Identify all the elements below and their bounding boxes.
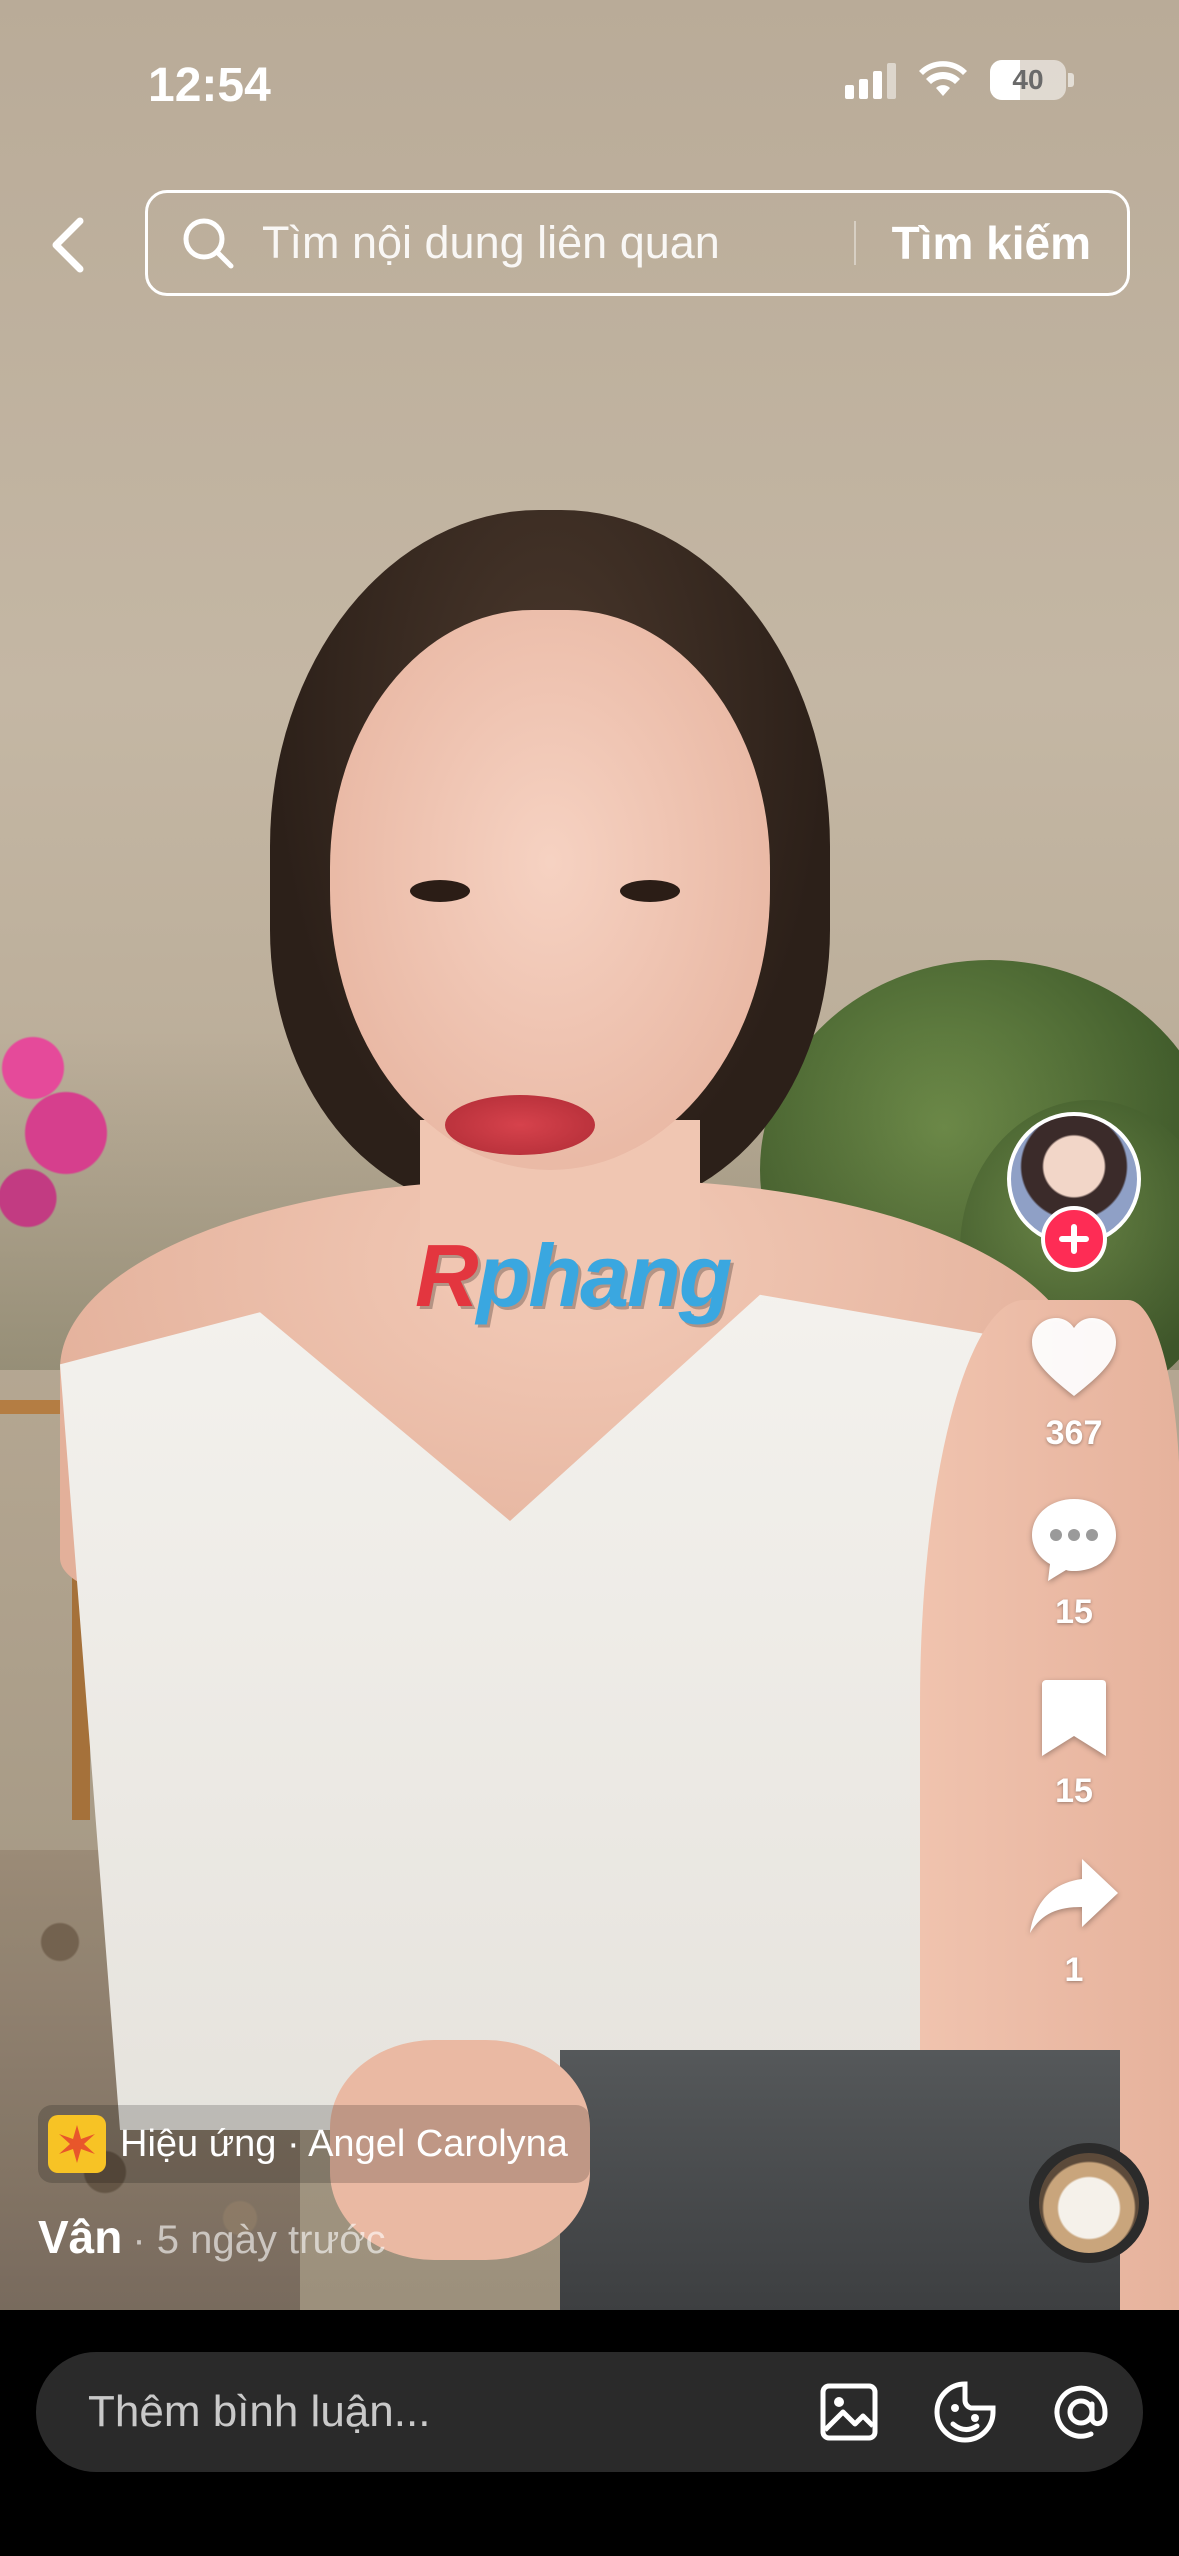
wifi-icon bbox=[919, 61, 967, 96]
video-watermark: Rphang bbox=[415, 1226, 733, 1325]
author-name[interactable]: Vân bbox=[38, 2210, 122, 2264]
chevron-left-icon bbox=[52, 217, 84, 273]
search-input[interactable]: Tìm nội dung liên quan bbox=[262, 217, 854, 269]
status-time: 12:54 bbox=[148, 59, 271, 112]
person-eye bbox=[620, 880, 680, 902]
comment-placeholder[interactable]: Thêm bình luận... bbox=[88, 2387, 815, 2437]
bookmark-icon bbox=[1042, 1680, 1106, 1756]
sparkle-effect-icon bbox=[48, 2115, 106, 2173]
save-count: 15 bbox=[1055, 1772, 1093, 1810]
battery-level: 40 bbox=[1012, 64, 1044, 95]
effect-label: Hiệu ứng · Angel Carolyna bbox=[120, 2122, 568, 2165]
heart-icon bbox=[1032, 1318, 1116, 1396]
battery-icon: 40 bbox=[990, 60, 1074, 100]
save-button[interactable]: 15 bbox=[1026, 1670, 1122, 1811]
status-icons: 40 bbox=[845, 60, 1074, 100]
person-face bbox=[330, 610, 770, 1170]
person-lips bbox=[445, 1095, 595, 1155]
music-disc[interactable] bbox=[1029, 2143, 1149, 2263]
comment-actions bbox=[815, 2378, 1115, 2446]
share-count: 1 bbox=[1064, 1951, 1084, 1989]
action-rail: 367 15 15 1 bbox=[999, 1112, 1149, 1990]
comment-input[interactable]: Thêm bình luận... bbox=[36, 2352, 1143, 2472]
image-icon[interactable] bbox=[815, 2378, 883, 2446]
comment-button[interactable]: 15 bbox=[1026, 1491, 1122, 1632]
search-bar[interactable]: Tìm nội dung liên quan Tìm kiếm bbox=[145, 190, 1130, 296]
search-icon bbox=[183, 218, 234, 269]
like-count: 367 bbox=[1045, 1414, 1103, 1452]
share-button[interactable]: 1 bbox=[1026, 1849, 1122, 1990]
cellular-signal-icon bbox=[845, 61, 896, 99]
search-divider bbox=[853, 221, 856, 265]
comment-icon bbox=[1032, 1499, 1116, 1581]
emoji-icon[interactable] bbox=[931, 2378, 999, 2446]
effect-tag[interactable]: Hiệu ứng · Angel Carolyna bbox=[38, 2105, 590, 2183]
background-flowers bbox=[0, 990, 110, 1250]
share-arrow-icon bbox=[1030, 1859, 1118, 1933]
person-eye bbox=[410, 880, 470, 902]
author-line: Vân · 5 ngày trước bbox=[38, 2210, 385, 2264]
like-button[interactable]: 367 bbox=[1026, 1312, 1122, 1453]
back-button[interactable] bbox=[38, 205, 98, 285]
comment-count: 15 bbox=[1055, 1593, 1093, 1631]
plus-icon bbox=[1059, 1224, 1089, 1254]
search-button[interactable]: Tìm kiếm bbox=[892, 216, 1127, 270]
follow-button[interactable] bbox=[1041, 1206, 1107, 1272]
post-time: · 5 ngày trước bbox=[132, 2218, 386, 2262]
mention-icon[interactable] bbox=[1047, 2378, 1115, 2446]
